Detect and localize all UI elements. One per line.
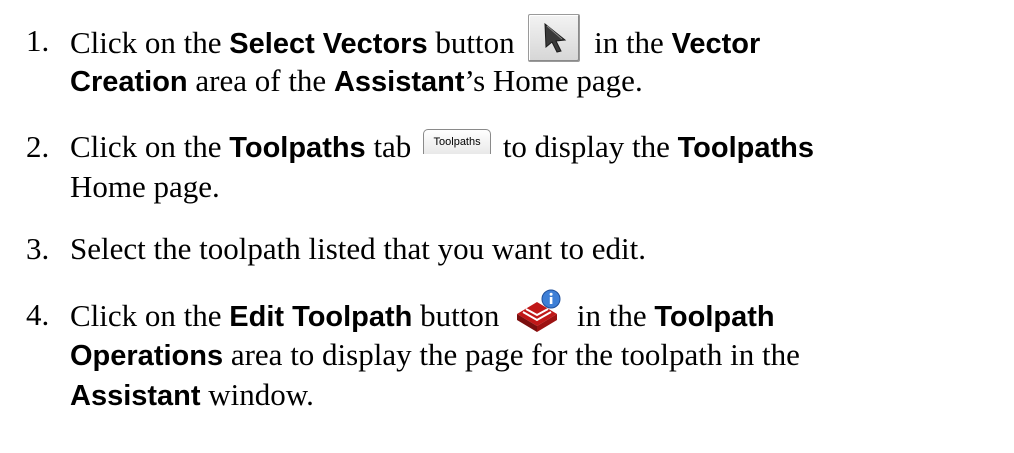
text: to display the <box>495 129 678 164</box>
bold-term: Assistant <box>70 380 201 412</box>
step-line: Select the toolpath listed that you want… <box>70 230 646 267</box>
text: button <box>412 298 508 334</box>
edit-toolpath-icon <box>513 288 563 334</box>
text: tab <box>365 129 420 164</box>
bold-term: Operations <box>70 340 224 372</box>
bold-term: Select Vectors <box>229 28 428 61</box>
text: Click on the <box>70 25 230 61</box>
text: Home page. <box>70 169 220 204</box>
bold-term: Toolpaths <box>229 132 366 164</box>
text: Select the toolpath listed that you want… <box>70 231 646 266</box>
text: area of the <box>187 63 334 98</box>
text: ’s Home page. <box>464 63 643 98</box>
bold-term: Edit Toolpath <box>229 301 413 334</box>
text: window. <box>200 377 314 412</box>
step-line: Assistant window. <box>70 376 314 415</box>
text: in the <box>586 25 672 61</box>
step-number: 2. <box>26 129 50 164</box>
step-line: Click on the Toolpaths tab Toolpaths to … <box>70 128 814 167</box>
step-line: Home page. <box>70 168 220 205</box>
bold-term: Toolpaths <box>677 132 814 164</box>
step-line: Creation area of the Assistant’s Home pa… <box>70 62 643 101</box>
step-line: Operations area to display the page for … <box>70 336 800 375</box>
select-vectors-button-icon <box>528 14 581 62</box>
step-number: 1. <box>26 23 50 58</box>
toolpaths-tab-icon: Toolpaths <box>423 129 492 155</box>
bold-term: Vector <box>671 28 761 61</box>
bold-term: Creation <box>70 66 188 98</box>
bold-term: Assistant <box>333 66 465 98</box>
text: Click on the <box>70 298 230 334</box>
bold-term: Toolpath <box>654 301 775 334</box>
text: in the <box>569 298 655 334</box>
text: button <box>427 25 523 61</box>
text: Click on the <box>70 129 230 164</box>
step-number: 3. <box>26 231 50 266</box>
step-number: 4. <box>26 297 50 332</box>
text: area to display the page for the toolpat… <box>223 337 800 372</box>
